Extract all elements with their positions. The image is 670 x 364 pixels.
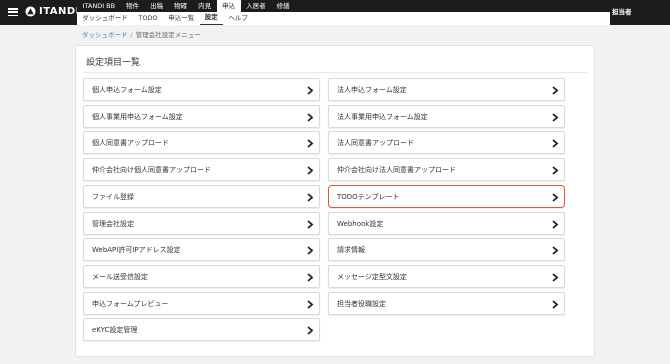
settings-item-left-5[interactable]: 管理会社設定: [83, 211, 320, 235]
settings-item-left-6[interactable]: WebAPI許可IPアドレス設定: [83, 238, 320, 262]
sub-navigation: ダッシュボード TODO 申込一覧 設定 ヘルプ: [77, 12, 253, 25]
settings-item-label: 法人事業用申込フォーム設定: [337, 112, 428, 121]
chevron-right-icon: [552, 246, 559, 255]
settings-item-right-4[interactable]: TODOテンプレート: [328, 184, 565, 208]
product-tab-2[interactable]: 出稿: [145, 0, 169, 12]
settings-item-label: 個人事業用申込フォーム設定: [92, 112, 183, 121]
settings-item-left-0[interactable]: 個人申込フォーム設定: [83, 78, 320, 101]
itandi-logo[interactable]: ITANDI: [25, 6, 80, 17]
product-tab-3[interactable]: 物確: [169, 0, 193, 12]
settings-item-label: 請求情報: [337, 246, 365, 255]
product-tab-5[interactable]: 申込: [216, 0, 241, 12]
settings-item-label: メッセージ定型文設定: [337, 272, 407, 281]
chevron-right-icon: [307, 113, 314, 122]
settings-item-right-8[interactable]: 担当者役職設定: [328, 291, 565, 315]
product-tab-0[interactable]: ITANDI BB: [77, 0, 121, 12]
settings-item-label: Webhook設定: [337, 219, 384, 228]
settings-item-right-2[interactable]: 法人同意書アップロード: [328, 131, 565, 155]
chevron-right-icon: [552, 113, 559, 122]
settings-item-label: ファイル登録: [92, 192, 134, 201]
logo-mark-icon: [25, 6, 36, 17]
breadcrumb-link-dashboard[interactable]: ダッシュボード: [82, 31, 128, 39]
settings-item-right-1[interactable]: 法人事業用申込フォーム設定: [328, 104, 565, 128]
user-menu[interactable]: 担当者: [612, 0, 632, 25]
chevron-right-icon: [307, 299, 314, 309]
product-tabs: ITANDI BB 物件 出稿 物確 内見 申込 入居者 修繕: [77, 0, 610, 12]
product-tab-1[interactable]: 物件: [121, 0, 145, 12]
settings-item-right-6[interactable]: 請求情報: [328, 238, 565, 262]
chevron-right-icon: [552, 299, 559, 309]
settings-item-label: 担当者役職設定: [337, 299, 386, 308]
product-tab-6[interactable]: 入居者: [241, 0, 272, 12]
chevron-right-icon: [552, 166, 559, 175]
settings-item-label: TODOテンプレート: [337, 192, 400, 201]
sub-tab-3[interactable]: 設定: [199, 12, 224, 25]
settings-item-left-2[interactable]: 個人同意書アップロード: [83, 131, 320, 155]
settings-item-left-4[interactable]: ファイル登録: [83, 184, 320, 208]
settings-item-right-5[interactable]: Webhook設定: [328, 211, 565, 235]
breadcrumb: ダッシュボード / 管理会社設定メニュー: [82, 29, 201, 39]
settings-item-left-7[interactable]: メール送受信設定: [83, 264, 320, 288]
sub-tab-4[interactable]: ヘルプ: [223, 12, 253, 25]
product-tab-4[interactable]: 内見: [193, 0, 217, 12]
sub-tab-1[interactable]: TODO: [133, 12, 163, 25]
settings-item-right-0[interactable]: 法人申込フォーム設定: [328, 78, 565, 101]
chevron-right-icon: [307, 86, 314, 95]
chevron-right-icon: [307, 193, 314, 202]
sub-tab-2[interactable]: 申込一覧: [163, 12, 200, 25]
top-navigation: ITANDI BB 物件 出稿 物確 内見 申込 入居者 修繕 ダッシュボード TODO 申込一覧…: [77, 0, 610, 25]
settings-item-label: 仲介会社向け法人同意書アップロード: [337, 166, 456, 175]
chevron-right-icon: [552, 139, 559, 149]
settings-item-label: メール送受信設定: [92, 272, 148, 281]
logo-text: ITANDI: [39, 6, 80, 17]
chevron-right-icon: [552, 193, 559, 202]
settings-item-left-8[interactable]: 申込フォームプレビュー: [83, 291, 320, 315]
top-bar: ITANDI ITANDI BB 物件 出稿 物確 内見 申込 入居者 修繕 ダッシュボード T…: [0, 0, 670, 25]
chevron-right-icon: [307, 326, 314, 335]
settings-item-label: 法人同意書アップロード: [337, 139, 414, 148]
settings-item-left-9[interactable]: eKYC設定管理: [83, 318, 320, 342]
settings-item-label: 仲介会社向け個人同意書アップロード: [92, 166, 211, 175]
title-divider: [84, 72, 587, 73]
chevron-right-icon: [307, 273, 314, 282]
settings-item-left-3[interactable]: 仲介会社向け個人同意書アップロード: [83, 158, 320, 182]
page-title: 設定項目一覧: [86, 58, 141, 68]
chevron-right-icon: [552, 86, 559, 95]
settings-panel: 設定項目一覧 個人申込フォーム設定個人事業用申込フォーム設定 個人同意書アップロー…: [75, 45, 595, 357]
settings-item-label: WebAPI許可IPアドレス設定: [92, 246, 181, 255]
chevron-right-icon: [307, 246, 314, 255]
product-tab-7[interactable]: 修繕: [271, 0, 295, 12]
breadcrumb-current: 管理会社設定メニュー: [135, 31, 201, 39]
hamburger-menu-icon[interactable]: [8, 8, 18, 17]
settings-item-right-3[interactable]: 仲介会社向け法人同意書アップロード: [328, 158, 565, 182]
chevron-right-icon: [552, 219, 559, 229]
chevron-right-icon: [307, 139, 314, 149]
settings-item-label: 個人同意書アップロード: [92, 139, 169, 148]
settings-item-label: 法人申込フォーム設定: [337, 86, 407, 94]
settings-item-label: 個人申込フォーム設定: [92, 86, 162, 94]
chevron-right-icon: [307, 219, 314, 229]
chevron-right-icon: [552, 273, 559, 282]
sub-tab-0[interactable]: ダッシュボード: [77, 12, 133, 25]
chevron-right-icon: [307, 166, 314, 175]
settings-item-left-1[interactable]: 個人事業用申込フォーム設定: [83, 104, 320, 128]
settings-item-label: 申込フォームプレビュー: [92, 299, 169, 308]
settings-item-right-7[interactable]: メッセージ定型文設定: [328, 264, 565, 288]
settings-item-label: 管理会社設定: [92, 219, 134, 228]
settings-item-label: eKYC設定管理: [92, 326, 138, 335]
breadcrumb-separator: /: [130, 31, 133, 39]
